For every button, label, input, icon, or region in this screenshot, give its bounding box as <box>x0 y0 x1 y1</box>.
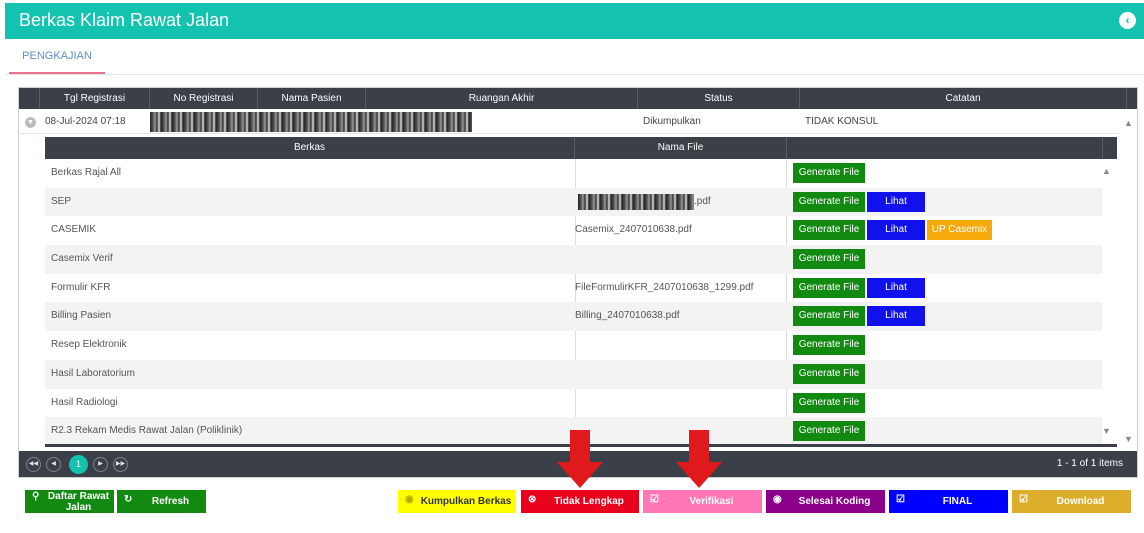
berkas-name: Hasil Laboratorium <box>51 367 135 379</box>
table-row[interactable]: ▼ 08-Jul-2024 07:18 Dikumpulkan TIDAK KO… <box>19 110 1119 134</box>
col-tgl-registrasi[interactable]: Tgl Registrasi <box>40 88 150 109</box>
generate-file-button[interactable]: Generate File <box>793 306 865 327</box>
lihat-button[interactable]: Lihat <box>867 277 925 298</box>
daftar-label-line1: Daftar Rawat <box>47 491 110 502</box>
catatan-cell: TIDAK KONSUL <box>805 116 879 127</box>
generate-file-button[interactable]: Generate File <box>793 392 865 413</box>
chevron-left-circle-icon[interactable]: ‹ <box>1119 12 1136 29</box>
col-actions <box>787 137 1103 159</box>
col-berkas[interactable]: Berkas <box>45 137 575 159</box>
expand-column-header <box>19 88 40 109</box>
file-name: Billing_2407010638.pdf <box>575 310 680 322</box>
current-page-button[interactable]: 1 <box>69 455 88 474</box>
detail-scroll-up-icon[interactable]: ▲ <box>1102 166 1111 176</box>
final-label: FINAL <box>942 496 973 507</box>
list-item: Berkas Rajal All Generate File <box>45 159 1102 188</box>
col-ruangan-akhir[interactable]: Ruangan Akhir <box>366 88 638 109</box>
list-item: SEP .pdf Generate File Lihat <box>45 187 1102 217</box>
status-cell: Dikumpulkan <box>643 116 701 127</box>
generate-file-button[interactable]: Generate File <box>793 220 865 241</box>
lihat-button[interactable]: Lihat <box>867 191 925 212</box>
tgl-registrasi-cell: 08-Jul-2024 07:18 <box>45 116 126 127</box>
redacted-file-name <box>578 193 694 210</box>
scroll-up-icon[interactable]: ▲ <box>1124 118 1133 128</box>
list-item: Resep Elektronik Generate File <box>45 331 1102 360</box>
file-name: Casemix_2407010638.pdf <box>575 224 692 236</box>
registration-grid: Tgl Registrasi No Registrasi Nama Pasien… <box>18 87 1138 478</box>
refresh-label: Refresh <box>151 496 190 507</box>
annotation-arrow-icon <box>557 430 603 488</box>
refresh-button[interactable]: ↻ Refresh <box>117 490 206 513</box>
lihat-button[interactable]: Lihat <box>867 220 925 241</box>
window-title: Berkas Klaim Rawat Jalan <box>19 10 230 30</box>
generate-file-button[interactable]: Generate File <box>793 421 865 442</box>
last-page-icon[interactable]: ▶▶ <box>113 457 128 472</box>
list-item: CASEMIK Casemix_2407010638.pdf Generate … <box>45 216 1102 245</box>
berkas-name: Casemix Verif <box>51 253 113 265</box>
kumpulkan-label: Kumpulkan Berkas <box>420 496 512 507</box>
title-bar: Berkas Klaim Rawat Jalan ‹ <box>5 3 1144 39</box>
detail-grid-header: Berkas Nama File <box>45 137 1117 159</box>
col-nama-file[interactable]: Nama File <box>575 137 787 159</box>
scroll-header <box>1127 88 1137 109</box>
generate-file-button[interactable]: Generate File <box>793 363 865 384</box>
tab-bar: PENGKAJIAN <box>5 39 1144 75</box>
generate-file-button[interactable]: Generate File <box>793 163 865 183</box>
lihat-button[interactable]: Lihat <box>867 306 925 327</box>
generate-file-button[interactable]: Generate File <box>793 249 865 270</box>
final-button[interactable]: ☑ FINAL <box>889 490 1008 513</box>
tidak-lengkap-label: Tidak Lengkap <box>554 496 624 507</box>
up-casemix-button[interactable]: UP Casemix <box>927 220 992 241</box>
list-item: Casemix Verif Generate File <box>45 245 1102 274</box>
berkas-name: R2.3 Rekam Medis Rawat Jalan (Poliklinik… <box>51 425 243 437</box>
next-page-icon[interactable]: ▶ <box>93 457 108 472</box>
first-page-icon[interactable]: ◀◀ <box>26 457 41 472</box>
download-button[interactable]: ☑ Download <box>1012 490 1131 513</box>
generate-file-button[interactable]: Generate File <box>793 277 865 298</box>
berkas-name: Formulir KFR <box>51 281 111 293</box>
redacted-patient-info <box>150 112 472 132</box>
list-item: Hasil Laboratorium Generate File <box>45 359 1102 389</box>
daftar-rawat-jalan-button[interactable]: ⚲ Daftar Rawat Jalan <box>25 490 114 513</box>
scroll-down-icon[interactable]: ▼ <box>1124 434 1133 444</box>
berkas-name: Berkas Rajal All <box>51 167 122 178</box>
berkas-name: SEP <box>51 195 72 207</box>
search-icon: ⚲ <box>32 491 40 502</box>
selesai-koding-label: Selesai Koding <box>798 496 871 507</box>
berkas-name: Hasil Radiologi <box>51 396 118 408</box>
download-label: Download <box>1056 496 1105 507</box>
detail-grid-body: Berkas Rajal All Generate File SEP .pdf … <box>45 159 1102 446</box>
file-name: .pdf <box>694 195 711 207</box>
col-no-registrasi[interactable]: No Registrasi <box>150 88 258 109</box>
verifikasi-button[interactable]: ☑ Verifikasi <box>643 490 762 513</box>
col-status[interactable]: Status <box>638 88 800 109</box>
berkas-name: Resep Elektronik <box>51 339 127 351</box>
generate-file-button[interactable]: Generate File <box>793 335 865 356</box>
kumpulkan-berkas-button[interactable]: ◉ Kumpulkan Berkas <box>398 490 516 513</box>
list-item: Hasil Radiologi Generate File <box>45 389 1102 418</box>
verifikasi-label: Verifikasi <box>689 496 734 507</box>
prev-page-icon[interactable]: ◀ <box>46 457 61 472</box>
list-item: Billing Pasien Billing_2407010638.pdf Ge… <box>45 302 1102 332</box>
pager-info: 1 - 1 of 1 items <box>1056 458 1123 469</box>
berkas-name: Billing Pasien <box>51 310 112 322</box>
daftar-label-line2: Jalan <box>65 502 92 513</box>
tab-pengkajian[interactable]: PENGKAJIAN <box>9 39 105 74</box>
berkas-name: CASEMIK <box>51 224 97 236</box>
tidak-lengkap-button[interactable]: ⊗ Tidak Lengkap <box>521 490 639 513</box>
annotation-arrow-icon <box>676 430 722 488</box>
selesai-koding-button[interactable]: ◉ Selesai Koding <box>766 490 885 513</box>
file-name: FileFormulirKFR_2407010638_1299.pdf <box>575 281 754 293</box>
list-item: Formulir KFR FileFormulirKFR_2407010638_… <box>45 274 1102 303</box>
generate-file-button[interactable]: Generate File <box>793 191 865 212</box>
col-catatan[interactable]: Catatan <box>800 88 1127 109</box>
grid-header: Tgl Registrasi No Registrasi Nama Pasien… <box>19 88 1137 109</box>
detail-scroll-down-icon[interactable]: ▼ <box>1102 426 1111 436</box>
col-nama-pasien[interactable]: Nama Pasien <box>258 88 366 109</box>
collapse-icon[interactable]: ▼ <box>25 117 36 128</box>
